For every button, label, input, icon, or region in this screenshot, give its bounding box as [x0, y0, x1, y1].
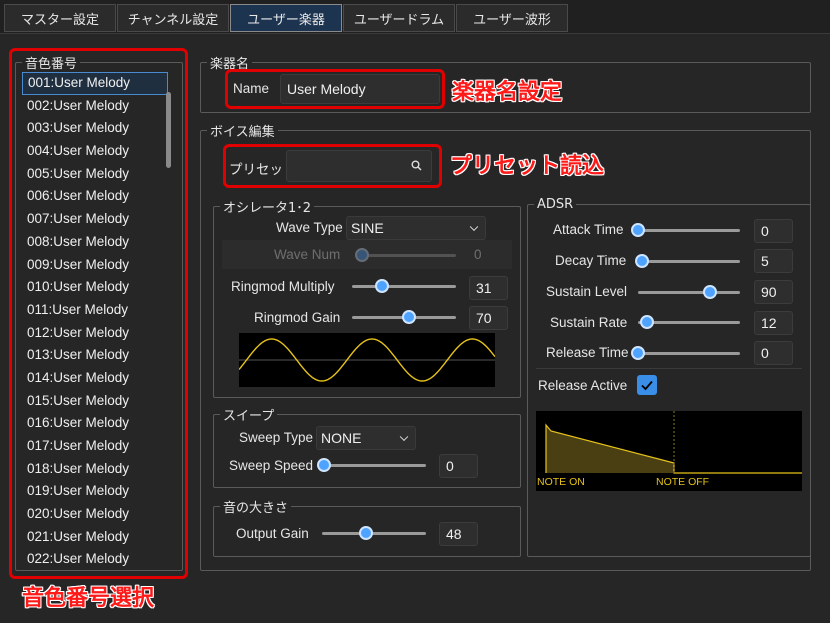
output-gain-input[interactable]: 48: [439, 522, 478, 546]
wave-num-label: Wave Num: [274, 247, 341, 262]
sustain-level-slider[interactable]: [638, 285, 740, 299]
sweep-type-select[interactable]: NONE: [316, 426, 416, 450]
ringmod-multiply-input[interactable]: 31: [469, 276, 508, 300]
decay-time-slider[interactable]: [635, 254, 740, 268]
envelope-graph: NOTE ON NOTE OFF: [536, 411, 802, 491]
release-active-label: Release Active: [538, 378, 628, 393]
sustain-rate-input[interactable]: 12: [754, 311, 793, 335]
release-time-slider-thumb[interactable]: [631, 346, 645, 360]
tab-master-settings[interactable]: マスター設定: [4, 4, 116, 32]
decay-time-input[interactable]: 5: [754, 249, 793, 273]
voice-edit-legend: ボイス編集: [210, 125, 275, 140]
output-gain-slider[interactable]: [322, 526, 426, 540]
sustain-level-label: Sustain Level: [546, 284, 628, 299]
sweep-speed-input[interactable]: 0: [439, 454, 478, 478]
wave-type-value: SINE: [351, 220, 384, 236]
instrument-name-highlight: [225, 69, 445, 109]
sustain-level-input[interactable]: 90: [754, 280, 793, 304]
preset-annotation: プリセット読込: [450, 154, 605, 179]
chevron-down-icon: [469, 222, 479, 232]
decay-time-label: Decay Time: [555, 253, 627, 268]
sweep-speed-label: Sweep Speed: [229, 458, 314, 473]
release-time-slider[interactable]: [631, 346, 740, 360]
adsr-divider: [536, 368, 802, 369]
release-time-label: Release Time: [546, 345, 629, 360]
adsr-legend: ADSR: [537, 197, 574, 212]
sweep-legend: スイープ: [223, 409, 275, 424]
note-on-label: NOTE ON: [537, 476, 585, 488]
sustain-rate-slider[interactable]: [638, 315, 740, 329]
wave-num-slider: [355, 248, 456, 262]
sweep-type-label: Sweep Type: [239, 430, 314, 445]
sweep-speed-slider-thumb[interactable]: [317, 458, 331, 472]
oscillator-legend: オシレータ1･2: [223, 201, 312, 216]
sweep-type-value: NONE: [321, 430, 362, 446]
oscillator-waveform-plot: [238, 338, 496, 382]
wave-num-value: 0: [474, 247, 482, 262]
wave-type-label: Wave Type: [276, 220, 343, 235]
attack-time-slider-thumb[interactable]: [631, 223, 645, 237]
voice-select-highlight: [9, 48, 188, 579]
voice-select-annotation: 音色番号選択: [22, 586, 155, 611]
sustain-rate-label: Sustain Rate: [550, 315, 628, 330]
wave-num-slider-thumb: [355, 248, 369, 262]
tab-user-drum[interactable]: ユーザードラム: [343, 4, 455, 32]
output-gain-label: Output Gain: [236, 526, 309, 541]
tab-user-instrument[interactable]: ユーザー楽器: [230, 4, 342, 32]
output-gain-slider-thumb[interactable]: [358, 526, 373, 540]
tab-bar: マスター設定 チャンネル設定 ユーザー楽器 ユーザードラム ユーザー波形: [4, 4, 569, 32]
volume-legend: 音の大きさ: [223, 501, 289, 516]
ringmod-gain-input[interactable]: 70: [469, 306, 508, 330]
release-active-checkbox[interactable]: [637, 375, 657, 395]
envelope-area: [546, 425, 674, 473]
release-time-input[interactable]: 0: [754, 341, 793, 365]
wave-type-select[interactable]: SINE: [346, 216, 486, 240]
sweep-speed-slider[interactable]: [317, 458, 426, 472]
checkmark-icon: [641, 380, 653, 391]
attack-time-label: Attack Time: [553, 222, 624, 237]
ringmod-gain-label: Ringmod Gain: [254, 310, 341, 325]
ringmod-multiply-label: Ringmod Multiply: [231, 279, 335, 294]
instrument-name-annotation: 楽器名設定: [452, 80, 563, 105]
note-off-label: NOTE OFF: [656, 476, 710, 488]
preset-highlight: [223, 144, 442, 188]
decay-time-slider-thumb[interactable]: [635, 254, 650, 268]
tab-user-waveform[interactable]: ユーザー波形: [456, 4, 568, 32]
tab-channel-settings[interactable]: チャンネル設定: [117, 4, 229, 32]
ringmod-gain-slider[interactable]: [352, 310, 456, 324]
ringmod-multiply-slider[interactable]: [352, 279, 456, 293]
chevron-down-icon: [399, 432, 409, 442]
oscillator-waveform-graph: [238, 333, 496, 387]
attack-time-input[interactable]: 0: [754, 219, 793, 243]
attack-time-slider[interactable]: [631, 223, 740, 237]
